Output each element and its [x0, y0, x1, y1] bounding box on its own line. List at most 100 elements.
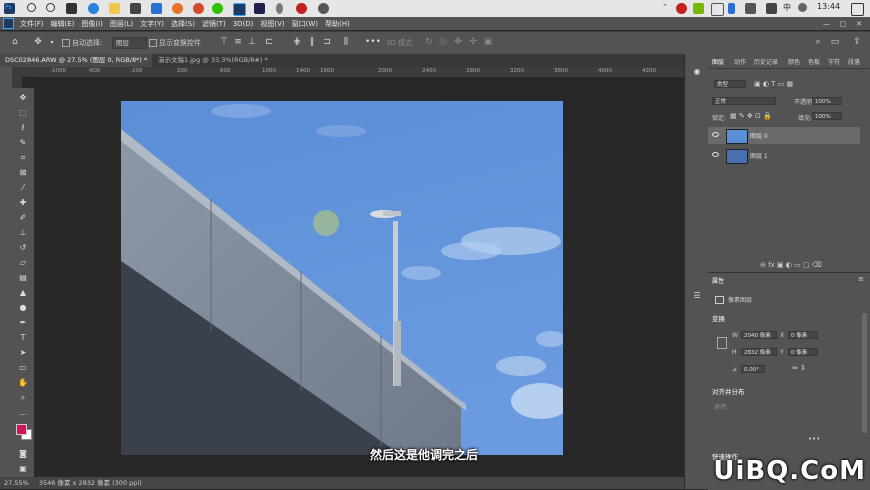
align-section-title[interactable]: 对齐并分布 — [712, 386, 745, 396]
document-info[interactable]: 3546 像素 x 2832 像素 (300 ppi) — [39, 479, 142, 487]
layer-filter-dropdown[interactable]: 类型 — [714, 80, 746, 88]
tab-layers[interactable]: 图层 — [712, 57, 724, 66]
task-view-icon[interactable] — [46, 3, 55, 12]
blend-mode-dropdown[interactable]: 正常 — [712, 97, 776, 105]
eraser-icon[interactable]: ▱ — [16, 257, 30, 268]
properties-icon[interactable]: ☰ — [690, 290, 704, 301]
bluetooth-icon[interactable] — [728, 3, 735, 14]
media-icon[interactable] — [193, 3, 204, 14]
folder-icon[interactable] — [109, 3, 120, 14]
rectangle-icon[interactable]: ▭ — [16, 362, 30, 373]
menu-window[interactable]: 窗口(W) — [292, 19, 318, 29]
menu-file[interactable]: 文件(F) — [20, 19, 44, 29]
tab-history[interactable]: 历史记录 — [754, 57, 778, 66]
tray-app2-icon[interactable] — [745, 3, 756, 14]
3d-slide-icon[interactable]: ✣ — [468, 38, 478, 47]
path-select-icon[interactable]: ➤ — [16, 347, 30, 358]
move-icon[interactable]: ✥ — [16, 92, 30, 103]
tab-document-1[interactable]: DSC02846.ARW @ 27.5% (图层 0, RGB/8*) * — [0, 54, 153, 67]
auto-select-dropdown[interactable]: 图层 — [112, 37, 147, 49]
nvidia-icon[interactable] — [693, 3, 704, 14]
fill-input[interactable]: 100% — [812, 112, 842, 120]
hand-icon[interactable]: ✋ — [16, 377, 30, 388]
wechat-icon[interactable] — [212, 3, 223, 14]
healing-icon[interactable]: ✚ — [16, 197, 30, 208]
dodge-icon[interactable]: ● — [16, 302, 30, 313]
history-brush-icon[interactable]: ↺ — [16, 242, 30, 253]
camera-icon[interactable]: ◉ — [690, 66, 704, 77]
ime-indicator[interactable]: 中 — [783, 2, 791, 13]
pen-icon[interactable]: ✒ — [16, 317, 30, 328]
distribute-icon[interactable]: ‖ — [307, 38, 317, 47]
align-bottom-icon[interactable]: ⊥ — [247, 38, 257, 47]
record-icon[interactable] — [296, 3, 307, 14]
search-panel-icon[interactable]: ⌕ — [813, 38, 823, 47]
tool-preset-chevron-icon[interactable]: ▾ — [47, 38, 57, 47]
menu-help[interactable]: 帮助(H) — [325, 19, 350, 29]
y-input[interactable]: 0 像素 — [788, 348, 818, 356]
brush-icon[interactable]: ✐ — [16, 212, 30, 223]
photo-canvas[interactable] — [121, 101, 563, 455]
edge-icon[interactable] — [88, 3, 99, 14]
more-align-icon[interactable]: ••• — [808, 435, 820, 443]
tab-character[interactable]: 字符 — [828, 57, 840, 66]
width-input[interactable]: 2040 像素 — [741, 331, 777, 339]
3d-pan-icon[interactable]: ✥ — [453, 38, 463, 47]
lasso-icon[interactable]: ℓ — [16, 122, 30, 133]
properties-title[interactable]: 属性 — [712, 276, 724, 285]
stamp-icon[interactable]: ⊥ — [16, 227, 30, 238]
transform-section-title[interactable]: 变换 — [712, 313, 725, 323]
menu-layer[interactable]: 图层(L) — [110, 19, 133, 29]
widgets-icon[interactable] — [66, 3, 77, 14]
menu-filter[interactable]: 滤镜(T) — [202, 19, 226, 29]
maximize-button[interactable]: ▢ — [839, 20, 846, 28]
mic-icon[interactable] — [276, 3, 283, 14]
layer-row-1[interactable]: 图层 1 — [708, 147, 860, 164]
link-icon[interactable] — [717, 337, 727, 349]
panel-scrollbar[interactable] — [862, 313, 867, 433]
align-right-icon[interactable]: ⊐ — [322, 38, 332, 47]
tray-chevron-icon[interactable]: ⌃ — [662, 3, 673, 14]
tab-document-2[interactable]: 演示文稿1.jpg @ 33.3%(RGB/8#) * — [153, 54, 273, 67]
menu-3d[interactable]: 3D(D) — [233, 20, 254, 28]
menu-edit[interactable]: 编辑(E) — [51, 19, 75, 29]
filter-icons[interactable]: ▣ ◐ T ▭ ▦ — [754, 80, 793, 88]
settings-icon[interactable] — [318, 3, 329, 14]
tab-color[interactable]: 颜色 — [788, 57, 800, 66]
flip-icons[interactable]: ⇔ ⇕ — [792, 364, 806, 372]
3d-roll-icon[interactable]: ◎ — [438, 38, 448, 47]
height-input[interactable]: 2832 像素 — [741, 348, 777, 356]
more-options-icon[interactable]: ••• — [365, 38, 381, 47]
menu-view[interactable]: 视图(V) — [260, 19, 284, 29]
store-icon[interactable] — [130, 3, 141, 14]
distribute-h-icon[interactable]: ⫼ — [341, 38, 351, 47]
align-hcenter-icon[interactable]: ⋕ — [292, 38, 302, 47]
gradient-icon[interactable]: ▤ — [16, 272, 30, 283]
align-vcenter-icon[interactable]: ≡ — [233, 38, 243, 47]
visibility-eye-icon[interactable] — [712, 132, 719, 137]
premiere-icon[interactable] — [254, 3, 265, 14]
marquee-icon[interactable]: ⬚ — [16, 107, 30, 118]
frame-icon[interactable]: ⊠ — [16, 167, 30, 178]
notification-icon[interactable] — [851, 3, 864, 16]
ps-logo-icon[interactable]: Ps — [4, 3, 15, 14]
browser-icon[interactable] — [172, 3, 183, 14]
tab-paragraph[interactable]: 段落 — [848, 57, 860, 66]
zoom-level[interactable]: 27.55% — [4, 479, 29, 487]
zoom-icon[interactable]: ⌕ — [16, 392, 30, 403]
menu-type[interactable]: 文字(Y) — [140, 19, 164, 29]
screen-mode-icon[interactable]: ▣ — [16, 463, 30, 474]
menu-image[interactable]: 图像(I) — [81, 19, 103, 29]
panel-menu-icon[interactable]: ≡ — [858, 275, 864, 283]
quick-select-icon[interactable]: ✎ — [16, 137, 30, 148]
clock[interactable]: 13:44 — [817, 2, 840, 11]
input-icon[interactable] — [798, 3, 807, 12]
align-top-icon[interactable]: ⊤ — [219, 38, 229, 47]
visibility-eye-icon[interactable] — [712, 152, 719, 157]
tray-app-icon[interactable] — [711, 3, 724, 16]
menu-select[interactable]: 选择(S) — [171, 19, 195, 29]
show-transform-checkbox[interactable] — [149, 39, 157, 47]
workspace-icon[interactable]: ▭ — [830, 38, 840, 47]
quick-mask-icon[interactable]: ◙ — [16, 448, 30, 459]
layer-actions-icons[interactable]: ⊖ fx ▣ ◐ ▭ ▢ ⌫ — [760, 261, 822, 269]
